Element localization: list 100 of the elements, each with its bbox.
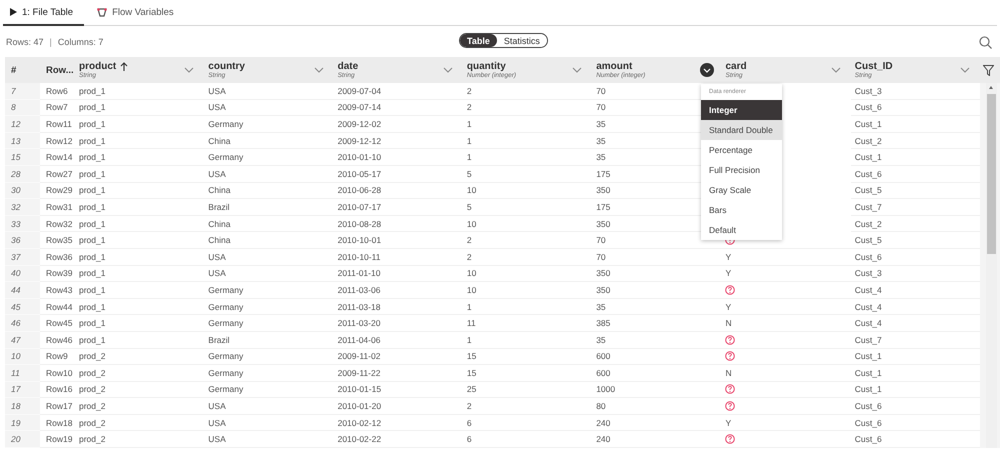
- table-cell: Germany: [204, 116, 334, 133]
- column-header[interactable]: Row...: [40, 57, 75, 83]
- row-index: 18: [5, 398, 40, 415]
- table-cell: 6: [462, 431, 592, 448]
- table-cell: 1: [462, 132, 592, 150]
- table-cell: 2011-03-18: [334, 298, 463, 316]
- table-cell: 10: [462, 282, 592, 299]
- table-cell: Cust_4: [850, 282, 980, 299]
- table-cell: 2009-12-02: [334, 116, 463, 133]
- row-index: 32: [5, 199, 40, 216]
- table-cell: USA: [204, 431, 334, 448]
- table-cell: 2011-03-20: [334, 315, 463, 332]
- table-cell: Y: [721, 414, 851, 432]
- row-index: 12: [5, 116, 40, 133]
- view-toggle-option[interactable]: Table: [460, 34, 497, 47]
- menu-item[interactable]: Integer: [701, 100, 782, 120]
- table-cell: 6: [462, 414, 592, 432]
- table-cell: Cust_6: [850, 414, 980, 432]
- filter-icon[interactable]: [983, 64, 994, 76]
- table-cell: China: [204, 182, 334, 200]
- sort-ascending-icon[interactable]: [120, 62, 128, 71]
- table-cell: 35: [592, 298, 722, 316]
- table-cell: Cust_6: [850, 100, 980, 116]
- table-cell: Brazil: [204, 332, 334, 348]
- tab[interactable]: 1: File Table: [3, 0, 84, 26]
- scrollbar[interactable]: [986, 83, 997, 448]
- table-cell: USA: [204, 414, 334, 432]
- table-cell: prod_1: [75, 182, 204, 200]
- table-cell: 1: [462, 116, 592, 133]
- table-cell: 350: [592, 282, 722, 299]
- table-cell: 2010-08-28: [334, 216, 463, 232]
- table-cell: Cust_6: [850, 398, 980, 415]
- tab[interactable]: Flow Variables: [90, 0, 185, 26]
- chevron-down-icon[interactable]: [830, 67, 841, 73]
- column-name[interactable]: product: [79, 61, 116, 72]
- table-cell: 2: [462, 248, 592, 266]
- table-cell: 1000: [592, 382, 722, 398]
- table-cell: Germany: [204, 282, 334, 299]
- table-cell: prod_1: [75, 216, 204, 232]
- row-id-cell: Row27: [40, 166, 75, 183]
- table-cell: N: [721, 315, 851, 332]
- row-id-cell: Row14: [40, 149, 75, 166]
- column-name[interactable]: amount: [596, 61, 632, 72]
- table-cell: prod_1: [75, 83, 204, 100]
- row-index: 33: [5, 216, 40, 232]
- column-name[interactable]: date: [338, 61, 358, 72]
- row-index: 45: [5, 298, 40, 316]
- table-cell: 1: [462, 149, 592, 166]
- row-id-cell: Row19: [40, 431, 75, 448]
- row-index: 19: [5, 414, 40, 432]
- table-cell: 1: [462, 332, 592, 348]
- menu-item[interactable]: Standard Double: [701, 120, 782, 140]
- chevron-down-icon[interactable]: [960, 67, 970, 73]
- row-id-cell: Row11: [40, 116, 75, 133]
- table-cell: 2: [462, 83, 592, 100]
- column-name[interactable]: card: [725, 61, 747, 72]
- table-cell: 2009-11-22: [334, 365, 463, 382]
- table-cell: 2009-07-04: [334, 83, 463, 100]
- column-count: Columns: 7: [58, 36, 104, 46]
- row-index: 40: [5, 266, 40, 282]
- column-name[interactable]: Cust_ID: [854, 61, 893, 72]
- table-cell: prod_1: [75, 199, 204, 216]
- column-name[interactable]: country: [208, 61, 245, 72]
- search-icon[interactable]: [979, 36, 992, 49]
- table-cell: Germany: [204, 365, 334, 382]
- play-icon: [10, 8, 17, 16]
- table-cell: 2010-07-17: [334, 199, 463, 216]
- row-count: Rows: 47: [6, 36, 44, 46]
- row-id-cell: Row18: [40, 414, 75, 432]
- table-cell: prod_1: [75, 282, 204, 299]
- table-cell: 2010-10-01: [334, 232, 463, 249]
- table-cell: China: [204, 232, 334, 249]
- table-cell: 2: [462, 398, 592, 415]
- table-cell: 2011-04-06: [334, 332, 463, 348]
- table-cell: 2010-01-10: [334, 149, 463, 166]
- row-id-cell: Row32: [40, 216, 75, 232]
- column-menu-button[interactable]: [700, 63, 714, 77]
- table-cell: prod_1: [75, 100, 204, 116]
- table-cell: Cust_2: [850, 216, 980, 232]
- table-cell: 10: [462, 182, 592, 200]
- chevron-down-icon[interactable]: [442, 67, 453, 73]
- table-cell: Cust_1: [850, 365, 980, 382]
- table-cell: 2009-11-02: [334, 348, 463, 366]
- table-cell: USA: [204, 248, 334, 266]
- chevron-down-icon[interactable]: [314, 67, 324, 73]
- column-name[interactable]: quantity: [466, 61, 506, 72]
- table-cell: 240: [592, 431, 722, 448]
- chevron-down-icon[interactable]: [184, 67, 194, 73]
- table-cell: prod_1: [75, 298, 204, 316]
- table-cell: China: [204, 216, 334, 232]
- table-cell: prod_1: [75, 116, 204, 133]
- table-cell: Cust_1: [850, 348, 980, 366]
- table-cell: 2010-02-22: [334, 431, 463, 448]
- row-id-cell: Row35: [40, 232, 75, 249]
- table-cell: Cust_3: [850, 266, 980, 282]
- row-index: 17: [5, 382, 40, 398]
- row-id-cell: Row9: [40, 348, 75, 366]
- table-cell: prod_2: [75, 348, 204, 366]
- chevron-down-icon[interactable]: [572, 67, 582, 73]
- row-index: 44: [5, 282, 40, 299]
